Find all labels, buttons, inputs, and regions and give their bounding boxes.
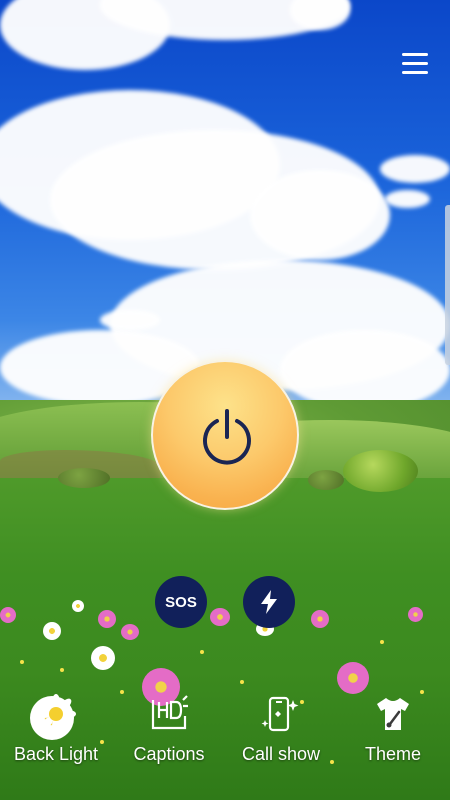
hamburger-menu-icon <box>402 53 428 56</box>
flower <box>408 607 423 622</box>
tab-call-show[interactable]: Call show <box>226 690 336 770</box>
tab-label: Captions <box>133 744 205 764</box>
bush <box>308 470 344 490</box>
flower-dot <box>60 668 64 672</box>
flower <box>210 608 230 626</box>
flower-dot <box>380 640 384 644</box>
tab-captions[interactable]: Captions <box>114 690 224 770</box>
tshirt-brush-icon <box>377 698 409 730</box>
tab-label: Back Light <box>13 744 99 764</box>
power-button[interactable] <box>151 360 299 510</box>
flower <box>0 607 16 623</box>
flower-dot <box>20 660 24 664</box>
cloud <box>100 310 160 330</box>
tree <box>343 450 418 492</box>
flower <box>121 624 139 640</box>
hamburger-menu-icon-bar <box>402 62 428 65</box>
tab-theme[interactable]: Theme <box>338 690 448 770</box>
tab-label: Theme <box>364 744 422 764</box>
lightning-bolt-icon <box>261 590 277 614</box>
flower <box>43 622 61 640</box>
power-icon <box>203 409 251 465</box>
cloud <box>385 190 430 208</box>
flower-dot <box>200 650 204 654</box>
sos-label: SOS <box>165 593 197 611</box>
cloud <box>380 155 450 183</box>
menu-button[interactable] <box>398 48 432 78</box>
phone-sparkle-icon <box>261 696 299 732</box>
flower <box>72 600 84 612</box>
tab-back-light[interactable]: Back Light <box>1 690 111 770</box>
cloud <box>280 330 450 410</box>
hd-captions-icon <box>151 695 188 730</box>
daisy-icon <box>36 694 76 734</box>
bush <box>58 468 110 488</box>
sos-button[interactable]: SOS <box>155 576 207 628</box>
flower <box>311 610 329 628</box>
tab-label: Call show <box>241 744 321 764</box>
edge-panel-handle[interactable] <box>445 205 450 365</box>
flower <box>91 646 115 670</box>
hamburger-menu-icon-bar <box>402 71 428 74</box>
flower <box>98 610 116 628</box>
strobe-button[interactable] <box>243 576 295 628</box>
cloud <box>250 170 390 260</box>
flower-dot <box>240 680 244 684</box>
